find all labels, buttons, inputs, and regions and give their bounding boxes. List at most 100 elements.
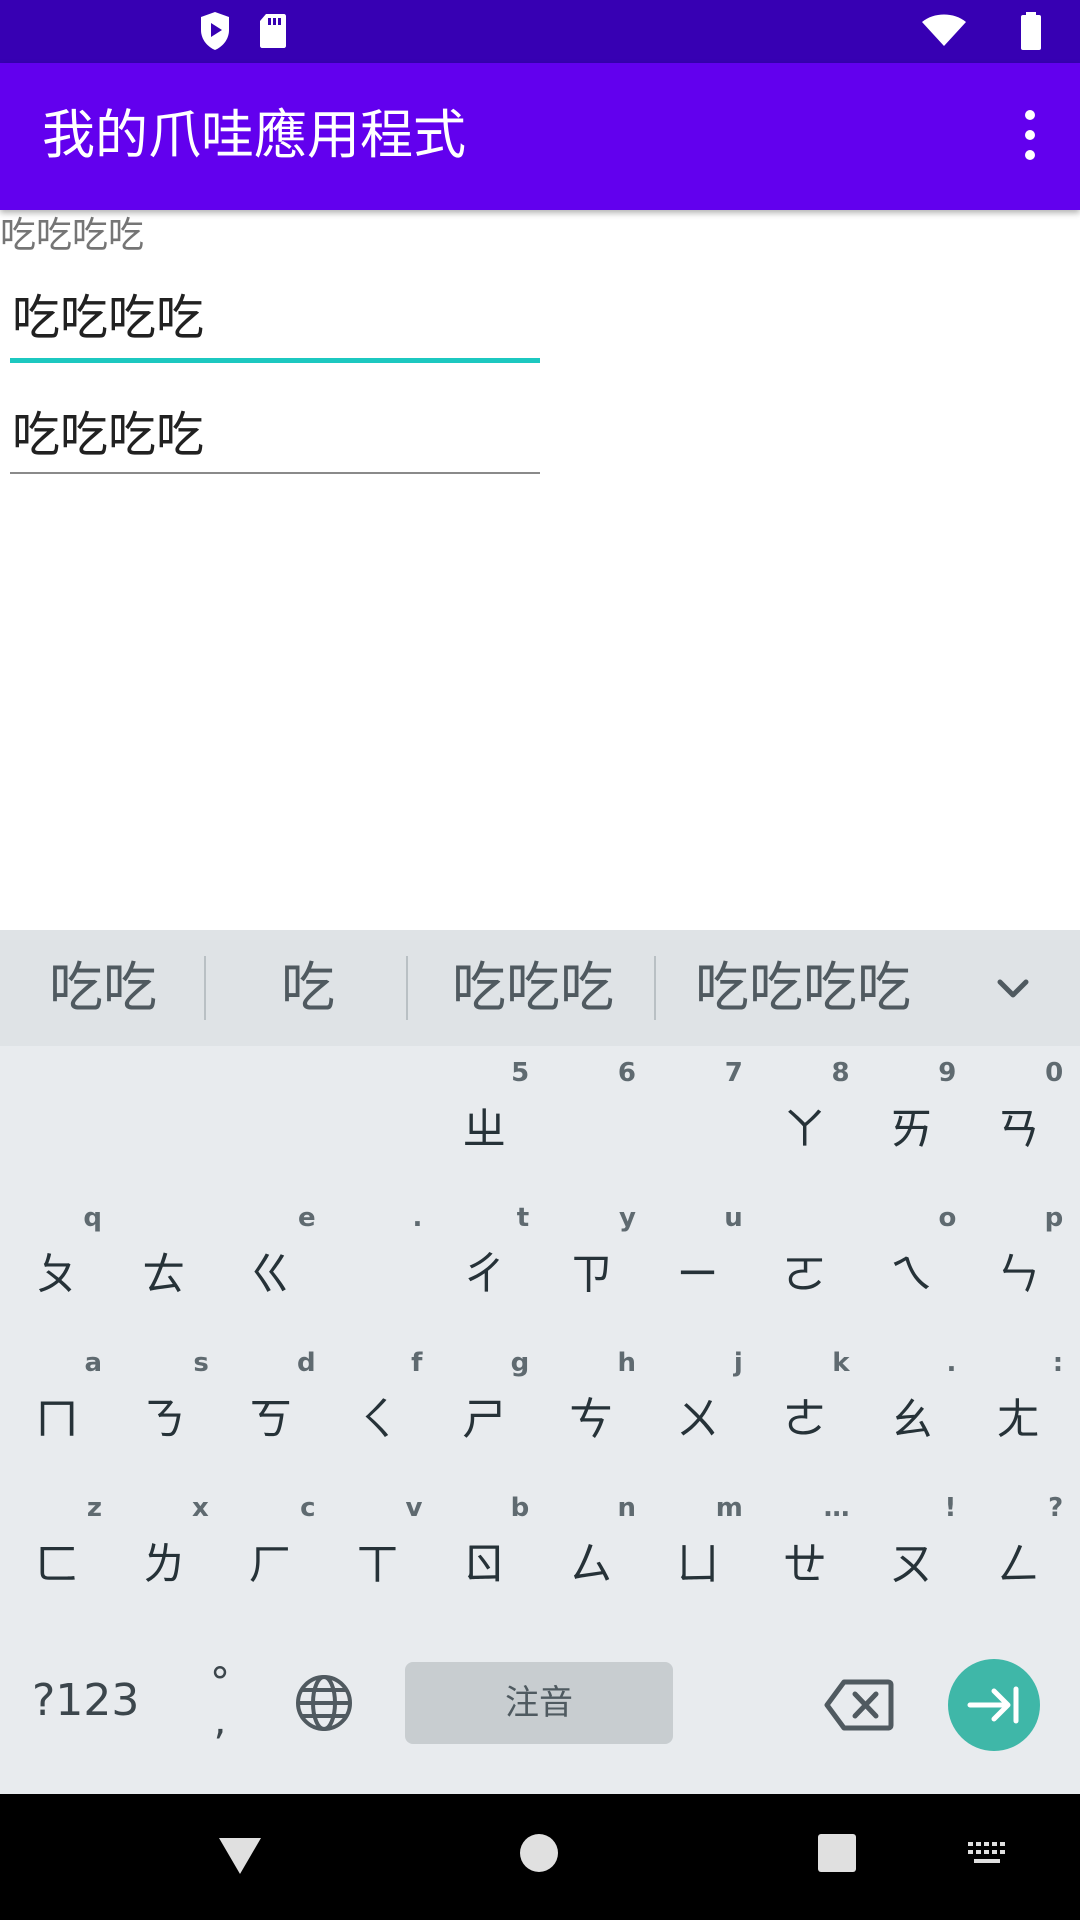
keyboard-key[interactable]: cㄏ xyxy=(218,1483,324,1613)
keyboard-key[interactable] xyxy=(218,1048,324,1178)
space-key[interactable]: 注音 xyxy=(405,1662,673,1744)
key-label: ㄨ xyxy=(675,1394,720,1445)
keyboard-key[interactable]: ! ㄡ xyxy=(858,1483,964,1613)
key-hint: q xyxy=(83,1203,102,1233)
sd-card-icon xyxy=(260,14,286,48)
app-title: 我的爪哇應用程式 xyxy=(42,105,466,166)
key-label: ㄢ xyxy=(996,1104,1041,1155)
keyboard-key[interactable]: 7 xyxy=(645,1048,751,1178)
text-field-value[interactable]: 吃吃吃吃 xyxy=(10,405,540,465)
backspace-icon[interactable] xyxy=(824,1678,894,1732)
key-hint: . xyxy=(412,1203,423,1233)
keyboard-key[interactable]: mㄩ xyxy=(645,1483,751,1613)
key-label: ㄠ xyxy=(889,1394,934,1445)
keyboard-key[interactable]: 5ㄓ xyxy=(431,1048,537,1178)
key-label: ㄖ xyxy=(462,1539,507,1590)
focus-underline xyxy=(10,358,540,363)
key-label: ㄌ xyxy=(141,1539,186,1590)
globe-icon[interactable] xyxy=(294,1673,354,1733)
keyboard-key[interactable]: dㄎ xyxy=(218,1338,324,1468)
key-hint: ? xyxy=(1048,1493,1064,1523)
keyboard-key[interactable]: .ㄠ xyxy=(858,1338,964,1468)
key-label: ㄆ xyxy=(35,1249,79,1300)
key-label: ㄣ xyxy=(996,1249,1041,1300)
keyboard-key[interactable]: aㄇ xyxy=(4,1338,110,1468)
key-label: ㄥ xyxy=(996,1539,1041,1590)
field-underline xyxy=(10,472,540,474)
key-hint: m xyxy=(715,1493,743,1523)
key-label: ㄩ xyxy=(675,1539,720,1590)
key-hint: … xyxy=(823,1493,850,1523)
suggestion-separator xyxy=(204,956,206,1020)
keyboard-key[interactable]: eㄍ xyxy=(218,1193,324,1323)
key-hint: g xyxy=(510,1348,530,1378)
symbols-key[interactable]: ?123 xyxy=(32,1675,139,1726)
key-label: ㄟ xyxy=(889,1249,934,1300)
keyboard-key[interactable]: 0ㄢ xyxy=(965,1048,1071,1178)
keyboard-key[interactable]: hㄘ xyxy=(538,1338,644,1468)
keyboard-key[interactable]: … ㄝ xyxy=(752,1483,858,1613)
keyboard-key[interactable]: fㄑ xyxy=(324,1338,430,1468)
keyboard-key[interactable]: 6 xyxy=(538,1048,644,1178)
keyboard-key[interactable]: :ㄤ xyxy=(965,1338,1071,1468)
keyboard-key[interactable]: nㄙ xyxy=(538,1483,644,1613)
keyboard-key[interactable]: vㄒ xyxy=(324,1483,430,1613)
key-label: ㄕ xyxy=(462,1394,507,1445)
keyboard-key[interactable]: xㄌ xyxy=(111,1483,217,1613)
key-hint: ! xyxy=(944,1493,957,1523)
key-label: ㄚ xyxy=(782,1104,827,1155)
back-icon[interactable] xyxy=(216,1834,264,1878)
keyboard-key[interactable]: gㄕ xyxy=(431,1338,537,1468)
suggestion-item[interactable]: 吃 xyxy=(210,930,406,1046)
home-icon[interactable] xyxy=(518,1832,560,1874)
keyboard-key[interactable]: kㄜ xyxy=(752,1338,858,1468)
key-hint: 8 xyxy=(831,1058,850,1088)
key-hint: 6 xyxy=(617,1058,636,1088)
key-label: ㄘ xyxy=(569,1394,613,1445)
key-label: ㄇ xyxy=(35,1394,79,1445)
keyboard-key[interactable]: ? ㄥ xyxy=(965,1483,1071,1613)
keyboard-key[interactable]: . xyxy=(324,1193,430,1323)
keyboard-key[interactable]: sㄋ xyxy=(111,1338,217,1468)
keyboard-key[interactable]: ㄛ xyxy=(752,1193,858,1323)
suggestion-item[interactable]: 吃吃吃吃 xyxy=(660,930,946,1046)
keyboard-key[interactable]: pㄣ xyxy=(965,1193,1071,1323)
text-field-value[interactable]: 吃吃吃吃 xyxy=(10,288,540,348)
keyboard-key[interactable]: yㄗ xyxy=(538,1193,644,1323)
keyboard-switch-icon[interactable] xyxy=(966,1840,1010,1868)
keyboard-key[interactable]: qㄆ xyxy=(4,1193,110,1323)
key-label: ㄎ xyxy=(248,1394,293,1445)
keyboard-key[interactable]: bㄖ xyxy=(431,1483,537,1613)
key-hint: a xyxy=(84,1348,102,1378)
keyboard-key[interactable]: 8ㄚ xyxy=(752,1048,858,1178)
keyboard-key[interactable] xyxy=(4,1048,110,1178)
key-hint: s xyxy=(193,1348,209,1378)
suggestion-item[interactable]: 吃吃吃 xyxy=(412,930,654,1046)
keyboard-key[interactable]: tㄔ xyxy=(431,1193,537,1323)
recents-icon[interactable] xyxy=(816,1832,858,1874)
text-field-focused[interactable]: 吃吃吃吃 xyxy=(10,288,540,363)
key-hint: t xyxy=(516,1203,530,1233)
keyboard-key[interactable] xyxy=(111,1048,217,1178)
key-hint: y xyxy=(619,1203,636,1233)
punctuation-key[interactable]: ° , xyxy=(200,1663,240,1741)
keyboard-key[interactable] xyxy=(324,1048,430,1178)
key-hint: z xyxy=(86,1493,102,1523)
keyboard-key[interactable]: uㄧ xyxy=(645,1193,751,1323)
text-field[interactable]: 吃吃吃吃 xyxy=(10,405,540,475)
keyboard-key[interactable]: oㄟ xyxy=(858,1193,964,1323)
more-vert-icon[interactable] xyxy=(994,99,1066,171)
key-hint: k xyxy=(832,1348,850,1378)
keyboard-key[interactable]: ㄊ xyxy=(111,1193,217,1323)
battery-icon xyxy=(1021,12,1041,50)
key-label: ㄊ xyxy=(141,1249,186,1300)
key-label: ㄏ xyxy=(248,1539,293,1590)
wifi-icon xyxy=(922,14,966,46)
chevron-down-icon[interactable] xyxy=(978,954,1048,1024)
key-hint: v xyxy=(405,1493,423,1523)
suggestion-item[interactable]: 吃吃 xyxy=(8,930,198,1046)
keyboard-key[interactable]: zㄈ xyxy=(4,1483,110,1613)
keyboard-key[interactable]: 9ㄞ xyxy=(858,1048,964,1178)
enter-key[interactable] xyxy=(948,1659,1040,1751)
keyboard-key[interactable]: jㄨ xyxy=(645,1338,751,1468)
